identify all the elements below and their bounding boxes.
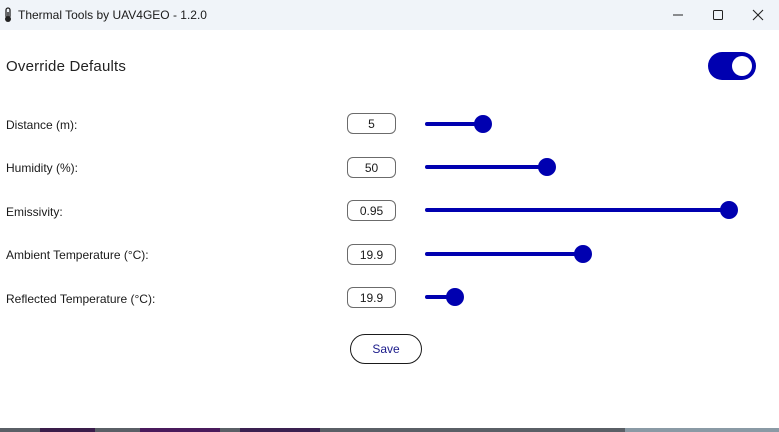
distance-input[interactable]: 5 — [347, 113, 396, 134]
reflected-temperature-input[interactable]: 19.9 — [347, 287, 396, 308]
save-button[interactable]: Save — [350, 334, 422, 364]
emissivity-slider[interactable] — [425, 200, 739, 220]
slider-thumb[interactable] — [446, 288, 464, 306]
reflected-temperature-label: Reflected Temperature (°C): — [6, 292, 156, 306]
override-defaults-toggle[interactable] — [708, 52, 756, 80]
thermometer-icon — [2, 7, 14, 23]
distance-label: Distance (m): — [6, 118, 78, 132]
window-title: Thermal Tools by UAV4GEO - 1.2.0 — [18, 8, 207, 22]
close-icon — [752, 9, 764, 21]
humidity-slider[interactable] — [425, 157, 557, 177]
reflected-temperature-slider[interactable] — [425, 287, 465, 307]
humidity-input[interactable]: 50 — [347, 157, 396, 178]
humidity-label: Humidity (%): — [6, 161, 79, 175]
minimize-icon — [672, 9, 684, 21]
slider-thumb[interactable] — [538, 158, 556, 176]
toggle-knob — [732, 56, 752, 76]
slider-track — [425, 252, 583, 256]
slider-thumb[interactable] — [574, 245, 592, 263]
minimize-button[interactable] — [658, 0, 698, 30]
emissivity-label: Emissivity: — [6, 205, 63, 219]
emissivity-input[interactable]: 0.95 — [347, 200, 396, 221]
override-defaults-label: Override Defaults — [6, 58, 127, 75]
ambient-temperature-slider[interactable] — [425, 244, 593, 264]
title-bar[interactable]: Thermal Tools by UAV4GEO - 1.2.0 — [0, 0, 779, 30]
close-button[interactable] — [738, 0, 778, 30]
maximize-button[interactable] — [698, 0, 738, 30]
ambient-temperature-input[interactable]: 19.9 — [347, 244, 396, 265]
slider-track — [425, 165, 547, 169]
ambient-temperature-label: Ambient Temperature (°C): — [6, 248, 149, 262]
slider-thumb[interactable] — [720, 201, 738, 219]
slider-track — [425, 208, 729, 212]
distance-slider[interactable] — [425, 114, 493, 134]
taskbar-strip — [0, 428, 779, 432]
maximize-icon — [712, 9, 724, 21]
slider-thumb[interactable] — [474, 115, 492, 133]
